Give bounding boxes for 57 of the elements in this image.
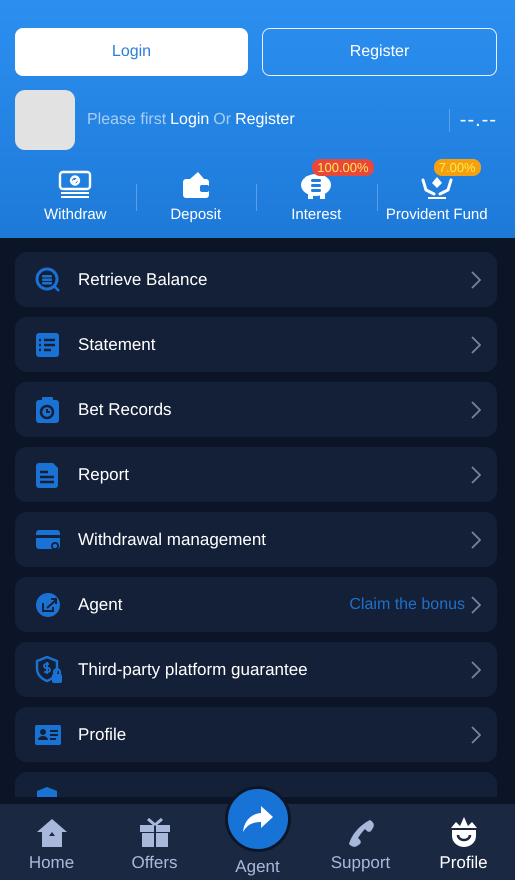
chevron-icon [471, 466, 481, 484]
menu-label: Withdrawal management [78, 530, 268, 550]
prompt-text: Please first [87, 111, 166, 129]
document-icon [35, 462, 59, 488]
menu-label: Bet Records [78, 400, 173, 420]
chevron-icon [471, 596, 481, 614]
avatar [15, 90, 75, 150]
action-label[interactable]: Deposit [170, 206, 222, 223]
chevron-icon [471, 530, 481, 548]
menu-label: Retrieve Balance [78, 270, 208, 290]
shield-lock-icon [35, 656, 63, 684]
id-card-icon [35, 724, 61, 746]
menu-row[interactable]: Report [15, 447, 497, 502]
menu-label: Agent [78, 594, 124, 614]
register-button[interactable]: Register [262, 28, 497, 76]
chevron-icon [471, 336, 481, 354]
menu-label: Statement [78, 334, 156, 354]
menu-label: Third-party platform guarantee [78, 660, 309, 680]
nav-tab[interactable]: Home [0, 804, 103, 880]
nav-tab[interactable]: Agent [206, 786, 309, 880]
clipboard-clock-icon [35, 396, 59, 422]
menu-row[interactable]: Withdrawal management [15, 512, 497, 567]
card-gear-icon [35, 528, 61, 552]
home-icon [36, 818, 68, 848]
chevron-icon [471, 270, 481, 288]
action-label[interactable]: Interest [291, 206, 342, 223]
balance-value: --.-- [448, 108, 497, 132]
nav-tab[interactable]: Offers [103, 804, 206, 880]
login-button[interactable]: Login [15, 28, 248, 76]
gift-icon [138, 818, 170, 848]
cash-icon [58, 170, 92, 200]
nav-tab[interactable]: Profile [412, 804, 515, 880]
menu-row[interactable]: Third-party platform guarantee [15, 642, 497, 697]
menu-row[interactable] [15, 772, 497, 797]
menu-label: Profile [78, 724, 128, 744]
register-link[interactable]: Register [235, 111, 295, 129]
chevron-icon [471, 400, 481, 418]
menu-row[interactable]: Retrieve Balance [15, 252, 497, 307]
chevron-icon [471, 660, 481, 678]
chevron-icon [471, 726, 481, 744]
login-link[interactable]: Login [170, 111, 210, 129]
share-arrow-icon [242, 805, 274, 833]
action-label[interactable]: Withdraw [44, 206, 106, 223]
nav-tab[interactable]: Support [309, 804, 412, 880]
percent-badge: 100.00% [312, 159, 374, 176]
menu-row[interactable]: Agent Claim the bonus [15, 577, 497, 632]
percent-badge: 7.00% [434, 159, 481, 176]
menu-label: Report [78, 464, 130, 484]
crown-face-icon [448, 816, 478, 848]
menu-row[interactable]: Profile [15, 707, 497, 762]
list-icon [35, 332, 59, 358]
share-icon [35, 592, 61, 618]
menu-row[interactable]: Statement [15, 317, 497, 372]
coin-search-icon [35, 266, 61, 292]
action-label[interactable]: Provident Fund [386, 206, 488, 223]
or-text: Or [213, 111, 232, 129]
menu-row[interactable]: Bet Records [15, 382, 497, 437]
